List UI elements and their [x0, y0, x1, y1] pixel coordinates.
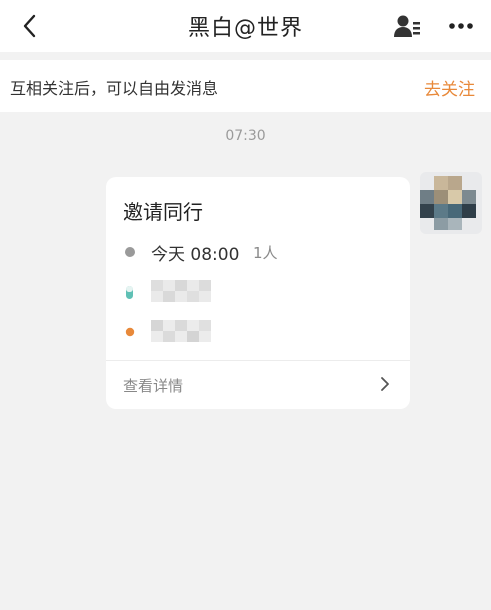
end-location-icon — [125, 327, 135, 337]
view-details-link[interactable]: 查看详情 — [123, 375, 183, 396]
invite-people-count: 1人 — [253, 244, 278, 262]
follow-notice-text: 互相关注后，可以自由发消息 — [10, 79, 219, 98]
pixelated-avatar-image — [420, 172, 482, 234]
card-divider — [106, 360, 410, 361]
avatar[interactable] — [420, 172, 482, 234]
more-dots-icon — [449, 23, 473, 29]
invite-start-row — [123, 280, 403, 304]
invite-end-row — [123, 320, 403, 344]
blurred-end-location — [151, 320, 211, 342]
person-card-icon — [394, 15, 420, 37]
blurred-start-location — [151, 280, 211, 302]
invite-time-row: 今天 08:00 1人 — [123, 240, 403, 265]
invite-card-title: 邀请同行 — [123, 200, 203, 224]
contact-info-button[interactable] — [392, 12, 422, 40]
invite-time: 今天 08:00 — [151, 245, 240, 265]
chevron-right-icon — [381, 377, 389, 391]
start-location-icon — [126, 286, 133, 299]
follow-button[interactable]: 去关注 — [424, 75, 475, 100]
more-button[interactable] — [446, 12, 476, 40]
invite-card[interactable]: 邀请同行 今天 08:00 1人 查看详情 — [106, 177, 410, 409]
message-timestamp: 07:30 — [225, 128, 266, 144]
top-nav-bar: 黑白@世界 — [0, 0, 491, 52]
clock-icon — [125, 247, 135, 257]
follow-notice-bar: 互相关注后，可以自由发消息 去关注 — [0, 60, 491, 112]
